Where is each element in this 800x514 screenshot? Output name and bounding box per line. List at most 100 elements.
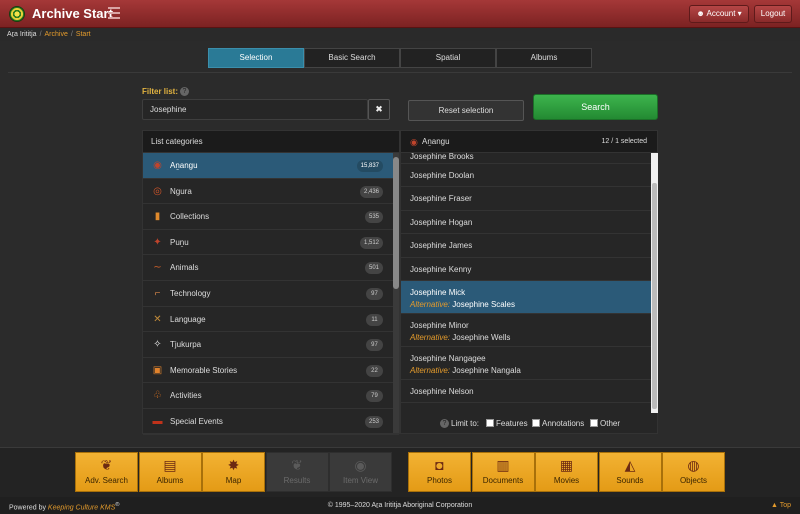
count-badge: 1,512 — [359, 236, 383, 249]
object-icon: ◍ — [687, 457, 700, 473]
name-scrollbar-thumb[interactable] — [652, 183, 657, 409]
nav-label: Adv. Search — [85, 476, 128, 485]
albums-button[interactable]: ▤ Albums — [138, 452, 202, 492]
category-item[interactable]: ◎ Ngura 2,436 — [143, 179, 399, 205]
category-item[interactable]: ✕ Language 11 — [143, 307, 399, 333]
category-label: Collections — [170, 212, 210, 222]
category-list-header: List categories — [143, 131, 399, 153]
name-label: Josephine Minor — [410, 320, 469, 330]
category-label: Language — [170, 314, 206, 324]
page-title: Archive Start — [32, 6, 113, 21]
other-label: Other — [600, 419, 621, 428]
category-item[interactable]: ◉ Aṉangu 15,837 — [143, 153, 399, 179]
count-badge: 97 — [366, 339, 383, 352]
category-label: Special Events — [170, 416, 223, 426]
breadcrumb-archive[interactable]: Archive — [45, 31, 68, 38]
user-icon: ☻ — [696, 9, 705, 18]
breadcrumb-root[interactable]: Aṟa Irititja — [7, 31, 37, 38]
photos-button[interactable]: ◘ Photos — [408, 452, 471, 492]
tab-bar: Selection Basic Search Spatial Albums — [208, 48, 592, 68]
category-item[interactable]: ▮ Collections 535 — [143, 204, 399, 230]
name-list-panel: ◉ Aṉangu 12 / 1 selected Josephine Brook… — [400, 130, 658, 434]
category-item[interactable]: ⌐ Technology 97 — [143, 281, 399, 307]
category-item[interactable]: ✦ Puṉu 1,512 — [143, 230, 399, 256]
count-badge: 501 — [364, 262, 383, 275]
filter-input[interactable]: Josephine — [142, 99, 368, 120]
tab-spatial[interactable]: Spatial — [400, 48, 496, 68]
place-icon: ◎ — [153, 185, 162, 197]
nav-label: Item View — [343, 476, 378, 485]
logo-icon[interactable] — [9, 6, 25, 22]
sounds-button[interactable]: ◭ Sounds — [598, 452, 662, 492]
movies-button[interactable]: ▦ Movies — [535, 452, 598, 492]
person-icon: ◉ — [153, 160, 162, 171]
list-item[interactable]: Josephine Hogan — [401, 211, 651, 235]
category-item[interactable]: ∼ Animals 501 — [143, 255, 399, 281]
documents-icon: ▥ — [496, 457, 510, 473]
stories-icon: ▣ — [152, 364, 163, 376]
adv-search-button[interactable]: ❦ Adv. Search — [75, 452, 138, 492]
category-scrollbar-thumb[interactable] — [393, 157, 399, 289]
tab-basic-search[interactable]: Basic Search — [304, 48, 400, 68]
search-button[interactable]: Search — [533, 94, 658, 120]
count-badge: 97 — [366, 287, 383, 300]
category-item[interactable]: ✧ Tjukurpa 97 — [143, 332, 399, 358]
logout-button[interactable]: Logout — [754, 5, 792, 23]
breadcrumb-current[interactable]: Start — [76, 31, 91, 38]
item-view-button[interactable]: ◉ Item View — [329, 452, 392, 492]
list-item[interactable]: Josephine Mick Alternative: Josephine Sca… — [401, 280, 651, 314]
other-checkbox[interactable] — [590, 419, 598, 427]
film-icon: ▦ — [559, 457, 574, 473]
account-label: Account — [706, 9, 736, 18]
name-label: Josephine Doolan — [410, 171, 475, 180]
results-button[interactable]: ❦ Results — [265, 452, 329, 492]
list-item[interactable]: Josephine Nangagee Alternative: Josephine… — [401, 347, 651, 380]
documents-button[interactable]: ▥ Documents — [471, 452, 535, 492]
top-link[interactable]: ▲ Top — [771, 497, 791, 514]
objects-button[interactable]: ◍ Objects — [662, 452, 725, 492]
help-icon[interactable]: ? — [440, 419, 449, 428]
annotations-checkbox[interactable] — [532, 419, 540, 427]
list-item[interactable]: Josephine Brooks — [401, 153, 651, 164]
nav-label: Objects — [679, 476, 708, 485]
category-item[interactable]: ♧ Activities 79 — [143, 383, 399, 409]
list-item[interactable]: Josephine Kenny — [401, 258, 651, 281]
category-item[interactable]: ▬ Special Events 253 — [143, 409, 399, 435]
alternative-prefix: Alternative: — [410, 299, 451, 309]
nav-label: Map — [225, 476, 242, 485]
list-item[interactable]: Josephine Doolan — [401, 164, 651, 188]
clear-filter-button[interactable]: ✖ — [368, 99, 390, 120]
category-item[interactable]: ▣ Memorable Stories 22 — [143, 358, 399, 384]
features-checkbox[interactable] — [486, 419, 494, 427]
wood-icon: ✦ — [153, 236, 162, 248]
animal-icon: ∼ — [153, 262, 162, 274]
name-list-header: ◉ Aṉangu 12 / 1 selected — [401, 131, 657, 153]
list-item[interactable]: Josephine James — [401, 234, 651, 258]
caret-down-icon: ▾ — [737, 9, 742, 18]
top-label: Top — [779, 502, 791, 509]
category-label: Tjukurpa — [170, 340, 202, 350]
annotations-label: Annotations — [542, 419, 585, 428]
list-item[interactable]: Josephine Fraser — [401, 187, 651, 211]
help-icon[interactable]: ? — [180, 87, 189, 96]
name-label: Josephine Kenny — [410, 264, 472, 274]
nav-label: Results — [283, 476, 311, 485]
list-item[interactable]: Josephine Minor Alternative: Josephine We… — [401, 314, 651, 347]
leaf-icon: ❦ — [100, 457, 113, 473]
map-button[interactable]: ✸ Map — [202, 452, 265, 492]
boomerang-icon: ⌐ — [154, 287, 161, 299]
count-badge: 22 — [366, 364, 383, 377]
category-list-panel: List categories ◉ Aṉangu 15,837 ◎ Ngura 2,436… — [142, 130, 400, 435]
alternative-prefix: Alternative: — [410, 332, 451, 342]
reset-selection-button[interactable]: Reset selection — [408, 100, 524, 121]
tab-selection[interactable]: Selection — [208, 48, 304, 68]
list-item[interactable]: Josephine Nelson — [401, 380, 651, 404]
close-icon: ✖ — [375, 104, 383, 114]
collection-icon: ▮ — [154, 211, 161, 223]
count-badge: 2,436 — [359, 185, 383, 198]
name-label: Josephine Nangagee — [410, 353, 486, 363]
account-button[interactable]: ☻ Account ▾ — [689, 5, 749, 23]
tab-albums[interactable]: Albums — [496, 48, 592, 68]
hamburger-menu-icon[interactable] — [108, 7, 120, 19]
features-label: Features — [496, 419, 528, 428]
